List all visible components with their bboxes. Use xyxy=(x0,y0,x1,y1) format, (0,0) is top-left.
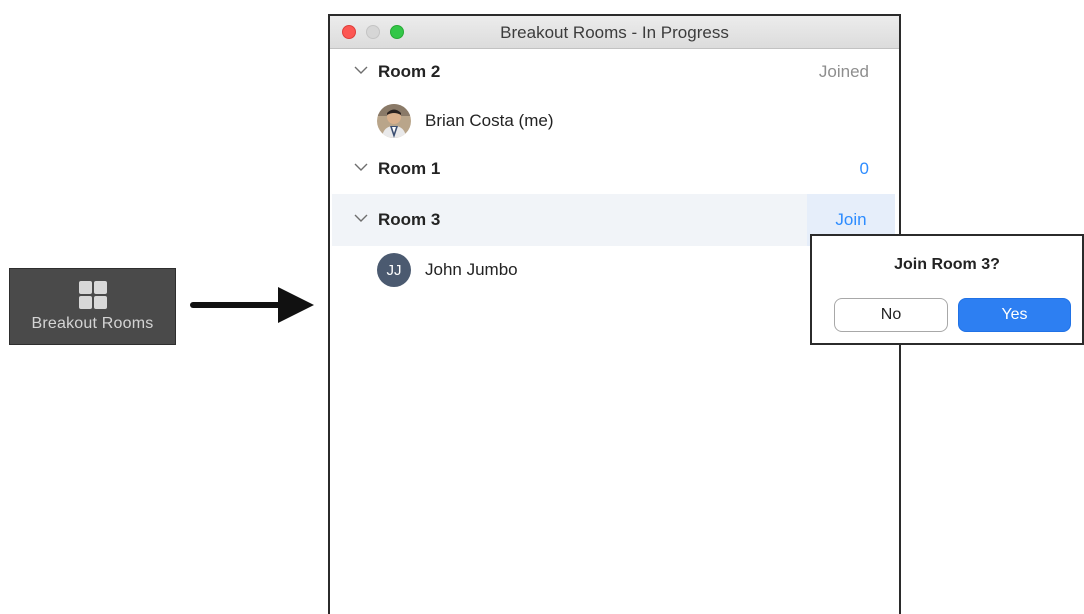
user-photo-icon xyxy=(377,104,411,138)
chevron-down-icon[interactable] xyxy=(354,65,368,75)
chevron-down-icon[interactable] xyxy=(354,213,368,223)
room-row-room-1[interactable]: Room 1 0 xyxy=(332,145,895,195)
right-arrow-icon xyxy=(190,287,314,323)
participant-name: Brian Costa (me) xyxy=(425,111,554,130)
room-name: Room 3 xyxy=(378,210,441,229)
yes-button[interactable]: Yes xyxy=(958,298,1071,332)
no-button[interactable]: No xyxy=(834,298,948,332)
grid-icon xyxy=(78,281,107,309)
title-bar: Breakout Rooms - In Progress xyxy=(330,16,899,49)
window-title: Breakout Rooms - In Progress xyxy=(500,23,729,42)
participant-name: John Jumbo xyxy=(425,260,518,279)
participant-count: 0 xyxy=(859,159,869,178)
avatar: JJ xyxy=(377,253,411,287)
room-name: Room 1 xyxy=(378,159,441,178)
avatar xyxy=(377,104,411,138)
chevron-down-icon[interactable] xyxy=(354,162,368,172)
room-status: Joined xyxy=(818,62,869,81)
breakout-rooms-label: Breakout Rooms xyxy=(31,315,154,332)
breakout-rooms-button[interactable]: Breakout Rooms xyxy=(9,268,176,345)
participant-row: Brian Costa (me) xyxy=(332,96,895,146)
room-row-room-2[interactable]: Room 2 Joined xyxy=(332,48,895,98)
join-room-dialog: Join Room 3? No Yes xyxy=(810,234,1084,345)
dialog-question: Join Room 3? xyxy=(894,256,1000,273)
room-name: Room 2 xyxy=(378,62,441,81)
